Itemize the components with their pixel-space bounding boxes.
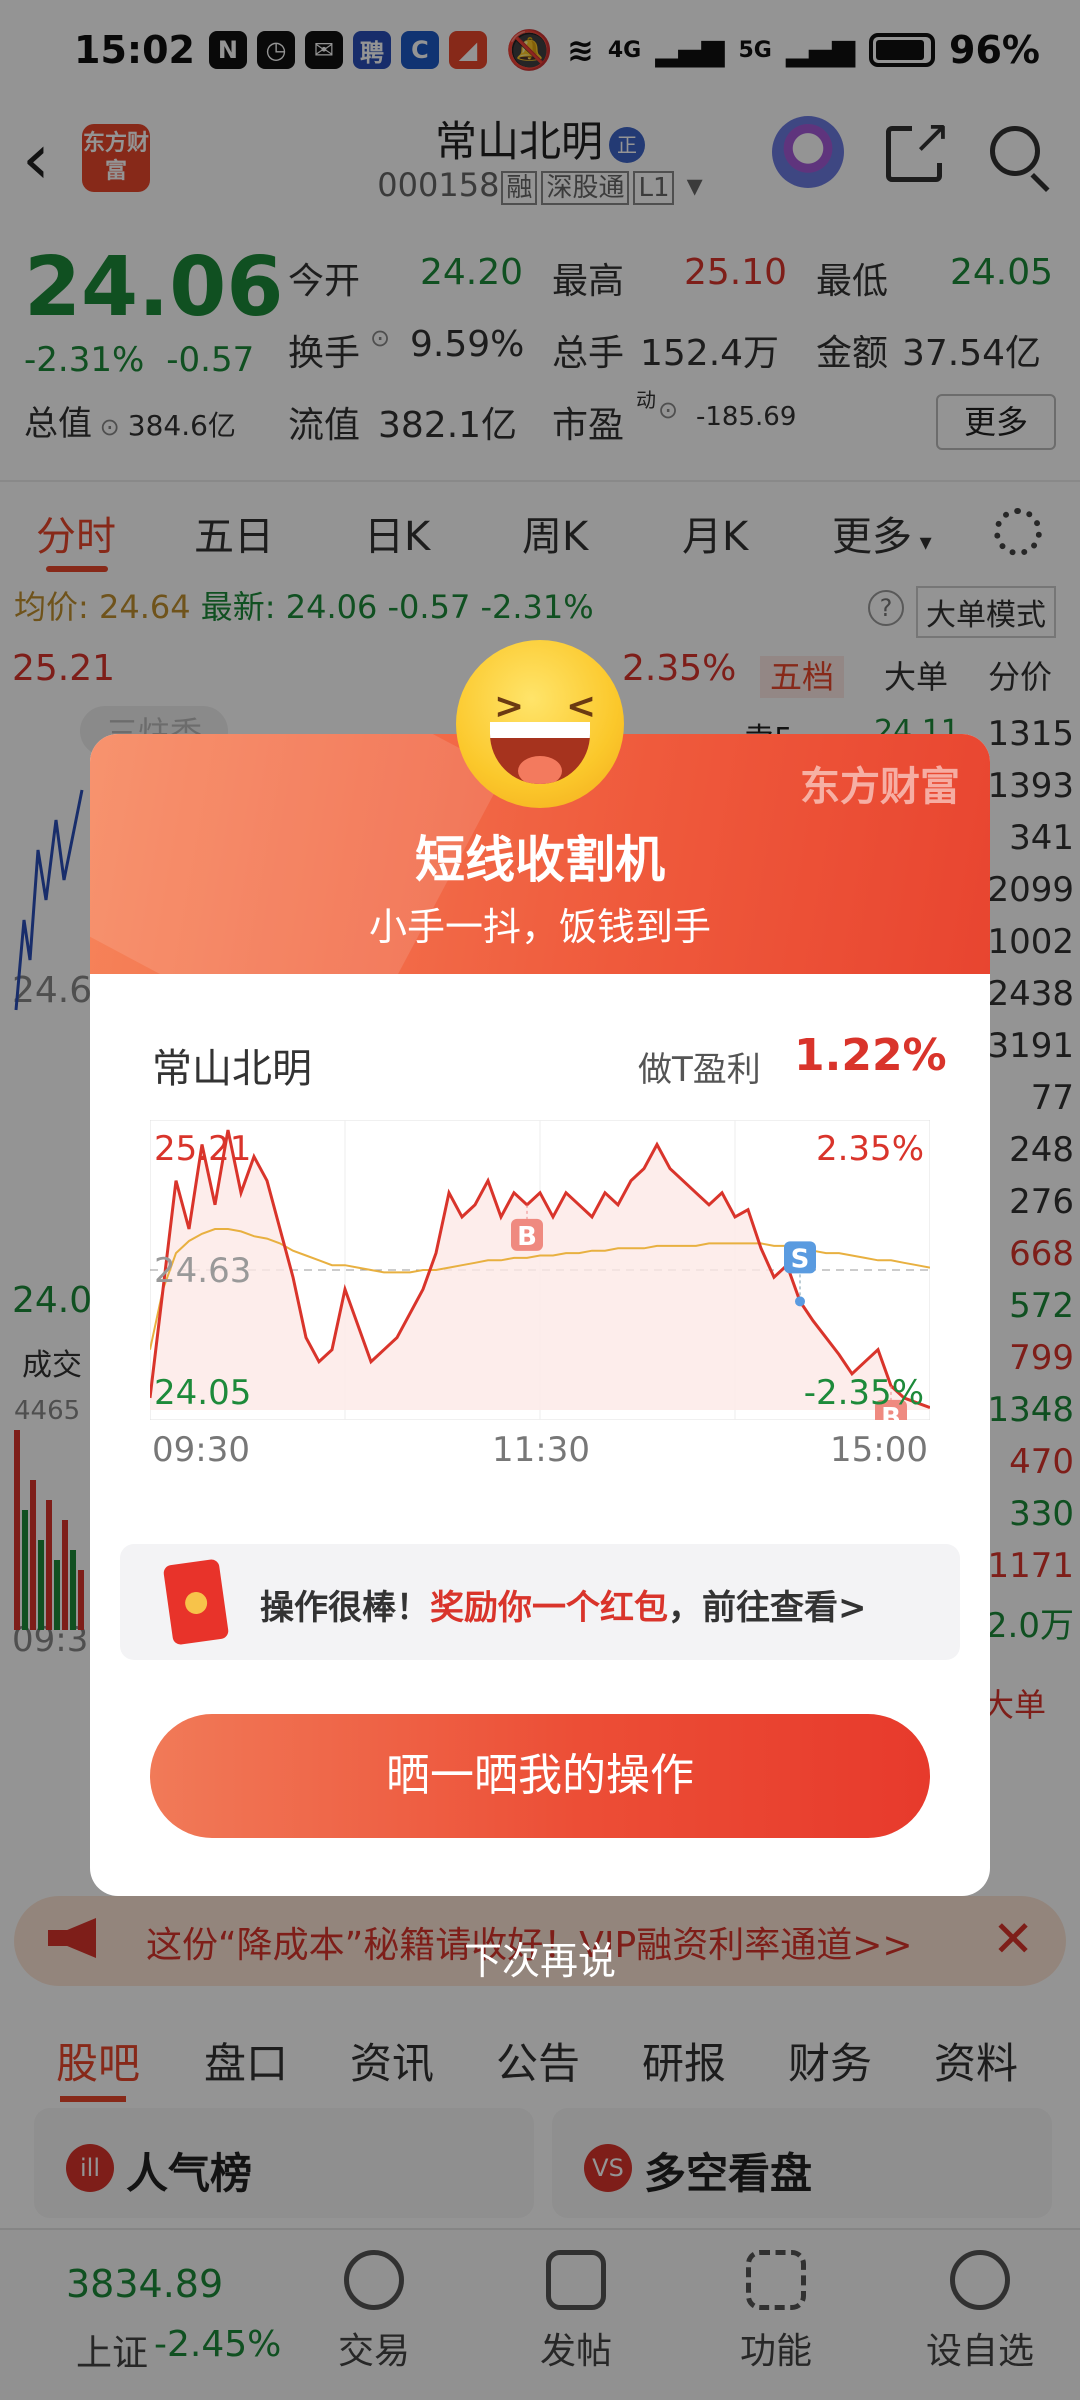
share-operation-button[interactable]: 晒一晒我的操作 — [150, 1714, 930, 1838]
modal-title: 短线收割机 — [415, 831, 665, 889]
sell-point — [795, 1296, 805, 1307]
pct-tick-top: 2.35% — [816, 1129, 924, 1169]
y-tick-bottom: 24.05 — [154, 1373, 251, 1413]
sell-marker-label: S — [791, 1244, 810, 1274]
red-packet-highlight: 奖励你一个红包 — [430, 1588, 668, 1628]
y-tick-top: 25.21 — [154, 1129, 251, 1169]
red-packet-banner[interactable]: 操作很棒！奖励你一个红包，前往查看> — [120, 1544, 960, 1660]
profit-value: 1.22% — [794, 1030, 947, 1081]
red-packet-prefix: 操作很棒！ — [260, 1588, 430, 1628]
pct-tick-bottom: -2.35% — [804, 1373, 924, 1413]
x-tick-end: 15:00 — [830, 1430, 928, 1470]
modal-subtitle: 小手一抖，饭钱到手 — [368, 905, 711, 949]
emoji-left-eye: > — [494, 686, 525, 727]
y-tick-mid: 24.63 — [154, 1251, 251, 1291]
x-tick-start: 09:30 — [152, 1430, 250, 1470]
brand-watermark: 东方财富 — [800, 764, 960, 810]
red-envelope-icon — [162, 1558, 230, 1646]
laughing-emoji-icon: > < — [456, 640, 624, 808]
red-packet-text: 操作很棒！奖励你一个红包，前往查看> — [260, 1580, 867, 1629]
achievement-modal: 东方财富 短线收割机 小手一抖，饭钱到手 常山北明 做T盈利 1.22% BSB… — [90, 734, 990, 1896]
x-tick-mid: 11:30 — [492, 1430, 590, 1470]
profit-chart: BSB25.2124.6324.052.35%-2.35% — [150, 1120, 930, 1420]
buy-marker-label: B — [517, 1222, 537, 1252]
modal-stock-name: 常山北明 — [152, 1046, 312, 1092]
profit-label: 做T盈利 — [638, 1050, 761, 1090]
red-packet-suffix: ，前往查看> — [668, 1588, 867, 1628]
emoji-right-eye: < — [566, 686, 597, 727]
emoji-mouth — [490, 722, 590, 784]
dismiss-later-link[interactable]: 下次再说 — [0, 1930, 1080, 1985]
